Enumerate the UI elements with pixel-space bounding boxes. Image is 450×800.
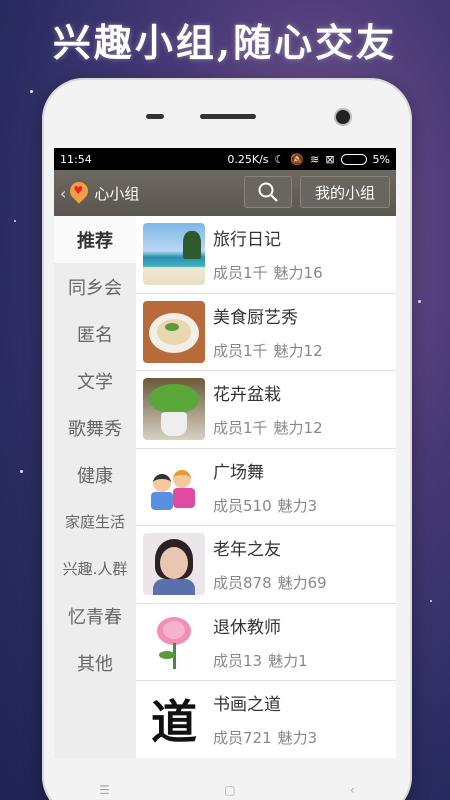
category-health[interactable]: 健康 (54, 451, 136, 498)
promo-headline: 兴趣小组,随心交友 (52, 20, 398, 65)
back-nav-icon[interactable]: ‹ (350, 783, 355, 797)
list-item[interactable]: 美食厨艺秀 成员1千 魅力12 (136, 294, 396, 371)
speaker-slot (146, 114, 164, 119)
category-anonymous[interactable]: 匿名 (54, 310, 136, 357)
plant-thumbnail (143, 378, 205, 441)
status-bar: 11:54 0.25K/s ☾ 🔕 ≋ ⊠ 5% (54, 148, 396, 170)
list-item[interactable]: 旅行日记 成员1千 魅力16 (136, 216, 396, 294)
charm-score: 魅力69 (277, 574, 327, 593)
page-title: 心小组 (94, 184, 140, 203)
category-sidebar: 推荐 同乡会 匿名 文学 歌舞秀 健康 家庭生活 兴趣.人群 忆青春 其他 (54, 216, 136, 758)
food-thumbnail (143, 300, 205, 363)
member-count: 成员878 (213, 574, 272, 593)
calligraphy-thumbnail: 道 (143, 688, 205, 751)
member-count: 成员1千 (213, 264, 268, 283)
network-speed: 0.25K/s (227, 152, 269, 166)
charm-score: 魅力16 (273, 264, 323, 283)
category-youth-memories[interactable]: 忆青春 (54, 592, 136, 639)
home-icon[interactable]: ▢ (224, 783, 235, 797)
category-other[interactable]: 其他 (54, 639, 136, 686)
portrait-thumbnail (143, 533, 205, 596)
camera-icon (336, 110, 350, 124)
group-name: 美食厨艺秀 (213, 307, 298, 328)
location-heart-icon: ♥ (66, 178, 93, 206)
back-icon[interactable]: ‹ (60, 184, 66, 203)
group-name: 书画之道 (213, 695, 281, 716)
my-group-button[interactable]: 我的小组 (300, 176, 390, 208)
charm-score: 魅力12 (273, 419, 323, 438)
battery-level: 5% (372, 152, 390, 166)
charm-score: 魅力3 (277, 729, 318, 748)
search-icon (258, 182, 278, 202)
member-count: 成员510 (213, 496, 272, 515)
charm-score: 魅力12 (273, 341, 323, 360)
search-button[interactable] (244, 176, 292, 208)
member-count: 成员1千 (213, 419, 268, 438)
earpiece (200, 114, 256, 119)
status-time: 11:54 (60, 152, 92, 166)
app-bar: ‹ ♥ 心小组 我的小组 (54, 170, 396, 216)
list-item[interactable]: 退休教师 成员13 魅力1 (136, 604, 396, 681)
member-count: 成员721 (213, 729, 272, 748)
mute-icon: 🔕 (290, 152, 305, 166)
group-name: 花卉盆栽 (213, 385, 281, 406)
category-hometown[interactable]: 同乡会 (54, 263, 136, 310)
group-name: 旅行日记 (213, 230, 281, 251)
peony-thumbnail (143, 610, 205, 673)
member-count: 成员13 (213, 651, 263, 670)
charm-score: 魅力1 (268, 651, 308, 670)
menu-icon[interactable]: ☰ (99, 783, 110, 797)
category-interest-groups[interactable]: 兴趣.人群 (54, 545, 136, 592)
group-name: 老年之友 (213, 540, 281, 561)
beach-thumbnail (143, 223, 205, 286)
group-name: 退休教师 (213, 617, 281, 638)
calligraphy-character: 道 (151, 695, 197, 750)
list-item[interactable]: 广场舞 成员510 魅力3 (136, 449, 396, 526)
member-count: 成员1千 (213, 341, 268, 360)
list-item[interactable]: 花卉盆栽 成员1千 魅力12 (136, 371, 396, 449)
list-item[interactable]: 道 书画之道 成员721 魅力3 (136, 681, 396, 758)
category-song-dance[interactable]: 歌舞秀 (54, 404, 136, 451)
android-nav-bar: ☰ ▢ ‹ (42, 780, 412, 800)
app-screen: 11:54 0.25K/s ☾ 🔕 ≋ ⊠ 5% ‹ ♥ 心小组 我的小组 推荐… (54, 148, 396, 758)
moon-icon: ☾ (274, 152, 285, 166)
category-literature[interactable]: 文学 (54, 357, 136, 404)
group-name: 广场舞 (213, 462, 264, 483)
wifi-icon: ≋ (310, 152, 320, 166)
charm-score: 魅力3 (277, 496, 318, 515)
battery-icon (340, 153, 367, 165)
dance-thumbnail (143, 455, 205, 518)
category-recommended[interactable]: 推荐 (54, 216, 136, 263)
sim-icon: ⊠ (325, 152, 335, 166)
list-item[interactable]: 老年之友 成员878 魅力69 (136, 526, 396, 604)
category-family-life[interactable]: 家庭生活 (54, 498, 136, 545)
group-list: 旅行日记 成员1千 魅力16 美食厨艺秀 成员1千 魅力12 花卉盆栽 成员1千… (136, 216, 396, 758)
